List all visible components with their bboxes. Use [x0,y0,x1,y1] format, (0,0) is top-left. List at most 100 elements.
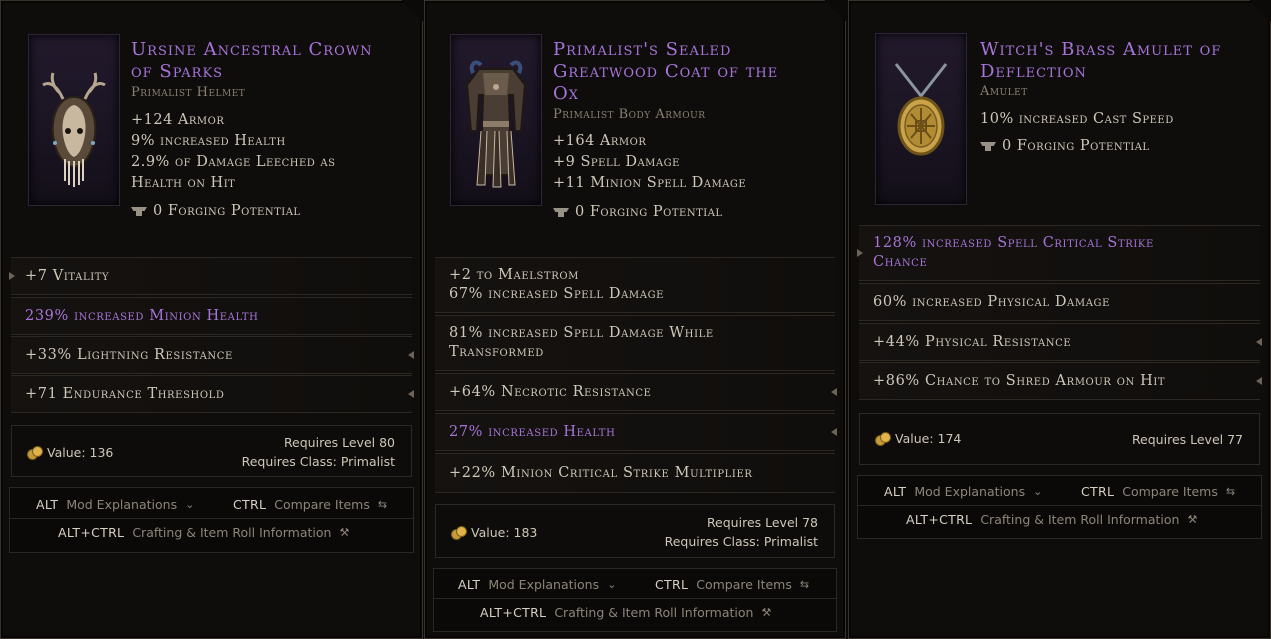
implicit-stat: 2.9% of Damage Leeched as [131,154,336,170]
crafting-info-keybind[interactable]: ALT+CTRL Crafting & Item Roll Informatio… [480,605,771,620]
chevron-down-icon: ⌄ [185,498,195,511]
affix-row[interactable]: +22% Minion Critical Strike Multiplier [435,453,835,493]
keybind-label: Compare Items [696,577,792,592]
implicit-stat: +11 Minion Spell Damage [553,175,747,191]
alt-key: ALT [36,497,59,512]
keybind-label: Compare Items [274,497,370,512]
alt-ctrl-key: ALT+CTRL [480,605,547,620]
crafting-info-keybind[interactable]: ALT+CTRL Crafting & Item Roll Informatio… [58,525,349,540]
keybind-label: Mod Explanations [66,497,178,512]
affix-row[interactable]: +33% Lightning Resistance [11,336,414,374]
implicit-stats: +124 Armor 9% increased Health 2.9% of D… [131,110,336,194]
implicit-stat: +164 Armor [553,133,647,149]
mod-explanations-keybind[interactable]: ALT Mod Explanations ⌄ [36,497,194,512]
gold-coins-icon [452,526,466,539]
keybind-label: Crafting & Item Roll Information [132,525,332,540]
alt-ctrl-key: ALT+CTRL [906,512,973,527]
affix-text: 27% increased Health [449,423,616,440]
crafting-info-keybind[interactable]: ALT+CTRL Crafting & Item Roll Informatio… [906,512,1197,527]
implicit-stat: +9 Spell Damage [553,154,680,170]
affix-text: Chance [873,254,928,270]
mod-explanations-keybind[interactable]: ALT Mod Explanations ⌄ [458,577,616,592]
chevron-down-icon: ⌄ [607,578,617,591]
ctrl-key: CTRL [655,577,689,592]
affix-row[interactable]: 27% increased Health [435,413,837,451]
alt-key: ALT [458,577,481,592]
keybind-panel: ALT Mod Explanations ⌄ CTRL Compare Item… [433,568,837,632]
affix-row[interactable]: 239% increased Minion Health [11,297,412,335]
affix-text: +22% Minion Critical Strike Multiplier [449,464,753,481]
item-value: Value: 174 [876,431,961,446]
affix-row[interactable]: 128% increased Spell Critical Strike Cha… [857,225,1260,281]
affix-row[interactable]: 81% increased Spell Damage While Transfo… [435,315,835,371]
affix-row[interactable]: 60% increased Physical Damage [859,283,1260,321]
compare-arrows-icon: ⇆ [799,578,810,591]
requires-level: Requires Level 77 [1131,432,1243,447]
affix-text: +44% Physical Resistance [873,333,1072,350]
affix-text: 81% increased Spell Damage While [449,325,714,341]
requires-level: Requires Level 78 [706,515,818,530]
affix-row[interactable]: +7 Vitality [9,257,412,295]
compare-items-keybind[interactable]: CTRL Compare Items ⇆ [1081,484,1235,499]
divider [434,598,836,599]
forging-potential: 0 Forging Potential [980,138,1150,154]
affix-row[interactable]: +2 to Maelstrom 67% increased Spell Dama… [435,257,835,313]
item-title: Ursine Ancestral Crown of Sparks [131,39,372,83]
item-tooltip-helmet: Ursine Ancestral Crown of Sparks Primali… [0,0,423,639]
item-title-line: Primalist's Sealed [553,39,732,60]
item-value: Value: 136 [28,445,113,460]
item-value: Value: 183 [452,525,537,540]
affix-text: +2 to Maelstrom [449,267,579,283]
item-icon-frame [28,34,120,206]
forging-potential-label: 0 Forging Potential [1002,138,1150,154]
forging-potential-label: 0 Forging Potential [153,203,301,219]
keybind-panel: ALT Mod Explanations ⌄ CTRL Compare Item… [857,475,1262,539]
anvil-icon [131,206,147,216]
implicit-stat: 10% increased Cast Speed [980,111,1174,127]
affix-text: 239% increased Minion Health [25,307,259,324]
requires-level: Requires Level 80 [283,435,395,450]
item-title-line: Witch's Brass Amulet of [980,39,1222,60]
affix-row[interactable]: +64% Necrotic Resistance [435,373,837,411]
mod-explanations-keybind[interactable]: ALT Mod Explanations ⌄ [884,484,1042,499]
item-requirements: Requires Level 77 [1132,430,1243,449]
keybind-label: Mod Explanations [488,577,600,592]
body-armour-icon [465,60,527,188]
affix-text: +71 Endurance Threshold [25,385,225,402]
keybind-label: Compare Items [1122,484,1218,499]
item-tooltip-body-armour: Primalist's Sealed Greatwood Coat of the… [424,0,846,639]
item-icon-frame [875,33,967,205]
affix-text: +64% Necrotic Resistance [449,383,652,400]
ctrl-key: CTRL [1081,484,1115,499]
ctrl-key: CTRL [233,497,267,512]
tier-marker-icon [9,272,15,280]
compare-items-keybind[interactable]: CTRL Compare Items ⇆ [655,577,809,592]
item-type: Primalist Body Armour [553,107,706,122]
affix-row[interactable]: +86% Chance to Shred Armour on Hit [859,362,1262,400]
implicit-stat: +124 Armor [131,112,225,128]
compare-items-keybind[interactable]: CTRL Compare Items ⇆ [233,497,387,512]
item-value-label: Value: 136 [47,445,114,460]
forging-potential: 0 Forging Potential [131,203,301,219]
item-type: Amulet [980,84,1028,99]
affix-row[interactable]: +71 Endurance Threshold [11,375,414,413]
divider [858,505,1261,506]
affix-text: 67% increased Spell Damage [449,286,665,302]
tier-marker-icon [857,249,863,257]
item-tooltip-amulet: Witch's Brass Amulet of Deflection Amule… [848,0,1271,639]
affix-text: +7 Vitality [25,267,110,284]
forging-potential-label: 0 Forging Potential [575,204,723,220]
item-type: Primalist Helmet [131,85,246,100]
keybind-label: Crafting & Item Roll Information [554,605,754,620]
affix-text: +33% Lightning Resistance [25,346,233,363]
item-footer: Value: 174 Requires Level 77 [859,413,1260,465]
alt-key: ALT [884,484,907,499]
gold-coins-icon [28,446,42,459]
affix-text: Transformed [449,344,544,360]
forging-potential: 0 Forging Potential [553,204,723,220]
requires-class: Requires Class: Primalist [241,454,395,469]
affix-row[interactable]: +44% Physical Resistance [859,323,1262,361]
chevron-down-icon: ⌄ [1033,485,1043,498]
item-icon-frame [450,34,542,206]
compare-arrows-icon: ⇆ [377,498,388,511]
